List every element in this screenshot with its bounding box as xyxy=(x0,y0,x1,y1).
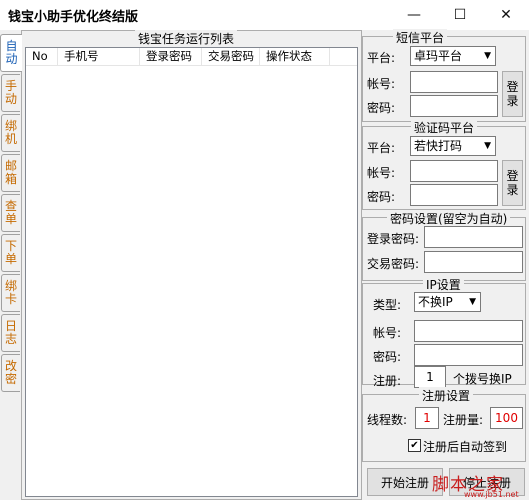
sms-account-input[interactable] xyxy=(410,71,498,93)
sms-platform-title: 短信平台 xyxy=(393,29,448,46)
ip-type-label: 类型: xyxy=(373,298,402,312)
thread-count-label: 线程数: xyxy=(367,413,408,427)
tab-label: 下单 xyxy=(5,239,18,266)
auto-checkin-checkbox[interactable]: ✔ xyxy=(408,439,421,452)
captcha-login-button[interactable]: 登录 xyxy=(502,160,523,206)
chevron-down-icon: ▼ xyxy=(484,141,491,151)
captcha-password-label: 密码: xyxy=(367,190,396,204)
tab-auto[interactable]: 自动 xyxy=(0,34,22,72)
sms-platform-value: 卓玛平台 xyxy=(414,49,463,63)
watermark: 脚本之家 www.jb51.net xyxy=(404,470,528,500)
tab-manual[interactable]: 手动 xyxy=(1,74,20,112)
window-title: 钱宝小助手优化终结版 xyxy=(8,10,139,25)
tab-label: 改密 xyxy=(5,359,18,386)
sms-platform-label: 平台: xyxy=(367,51,396,65)
thread-count-input[interactable]: 1 xyxy=(415,407,439,429)
column-header-status[interactable]: 操作状态 xyxy=(260,48,330,65)
tab-bind-card[interactable]: 绑卡 xyxy=(1,274,20,312)
minimize-button[interactable]: — xyxy=(391,0,437,30)
register-count-input[interactable]: 100 xyxy=(490,407,523,429)
captcha-platform-select[interactable]: 若快打码 ▼ xyxy=(410,136,496,156)
ip-register-suffix: 个拨号换IP xyxy=(453,372,512,386)
tab-label: 查单 xyxy=(5,199,18,226)
tab-label: 日志 xyxy=(5,319,18,346)
tab-label: 绑机 xyxy=(5,119,18,146)
chevron-down-icon: ▼ xyxy=(484,51,491,61)
column-header-trade-password[interactable]: 交易密码 xyxy=(202,48,260,65)
trade-password-label: 交易密码: xyxy=(367,257,420,271)
captcha-login-label: 登录 xyxy=(506,169,519,197)
sms-account-label: 帐号: xyxy=(367,77,396,91)
password-settings-group: 密码设置(留空为自动) 登录密码: 交易密码: xyxy=(362,210,526,281)
ip-settings-title: IP设置 xyxy=(423,276,464,293)
title-bar: 钱宝小助手优化终结版 — ☐ ✕ xyxy=(0,0,529,30)
sms-password-label: 密码: xyxy=(367,101,396,115)
tab-label: 邮箱 xyxy=(5,159,18,186)
register-settings-group: 注册设置 线程数: 1 注册量: 100 ✔ 注册后自动签到 xyxy=(362,387,526,462)
login-password-input[interactable] xyxy=(424,226,523,248)
tab-query-order[interactable]: 查单 xyxy=(1,194,20,232)
maximize-button[interactable]: ☐ xyxy=(437,0,483,30)
ip-type-value: 不换IP xyxy=(418,295,453,309)
captcha-platform-title: 验证码平台 xyxy=(411,119,478,136)
tab-bind-phone[interactable]: 绑机 xyxy=(1,114,20,152)
captcha-platform-label: 平台: xyxy=(367,141,396,155)
tab-place-order[interactable]: 下单 xyxy=(1,234,20,272)
captcha-account-label: 帐号: xyxy=(367,166,396,180)
tab-mailbox[interactable]: 邮箱 xyxy=(1,154,20,192)
ip-type-select[interactable]: 不换IP ▼ xyxy=(414,292,481,312)
trade-password-input[interactable] xyxy=(424,251,523,273)
task-list-view[interactable]: No 手机号 登录密码 交易密码 操作状态 xyxy=(25,47,358,497)
ip-register-label: 注册: xyxy=(373,374,402,388)
column-header-login-password[interactable]: 登录密码 xyxy=(140,48,202,65)
ip-register-count-input[interactable]: 1 xyxy=(414,366,446,388)
watermark-url: www.jb51.net xyxy=(464,490,519,499)
close-button[interactable]: ✕ xyxy=(483,0,529,30)
task-list-title: 钱宝任务运行列表 xyxy=(135,30,238,47)
ip-account-label: 帐号: xyxy=(373,326,402,340)
tab-label: 手动 xyxy=(5,79,18,106)
sms-platform-select[interactable]: 卓玛平台 ▼ xyxy=(410,46,496,66)
sms-login-button[interactable]: 登录 xyxy=(502,71,523,117)
captcha-platform-group: 验证码平台 平台: 若快打码 ▼ 帐号: 密码: 登录 xyxy=(362,119,526,210)
sms-password-input[interactable] xyxy=(410,95,498,117)
ip-password-input[interactable] xyxy=(414,344,523,366)
register-count-label: 注册量: xyxy=(443,413,484,427)
ip-settings-group: IP设置 类型: 不换IP ▼ 帐号: 密码: 注册: 1 个拨号换IP xyxy=(362,276,526,388)
tab-log[interactable]: 日志 xyxy=(1,314,20,352)
sms-login-label: 登录 xyxy=(506,80,519,108)
client-area: 自动 手动 绑机 邮箱 查单 下单 绑卡 日志 改密 钱宝任务运行列表 No 手… xyxy=(0,29,529,500)
password-settings-title: 密码设置(留空为自动) xyxy=(387,210,511,227)
captcha-platform-value: 若快打码 xyxy=(414,139,463,153)
ip-account-input[interactable] xyxy=(414,320,523,342)
login-password-label: 登录密码: xyxy=(367,232,420,246)
task-list-header: No 手机号 登录密码 交易密码 操作状态 xyxy=(26,48,357,66)
sms-platform-group: 短信平台 平台: 卓玛平台 ▼ 帐号: 密码: 登录 xyxy=(362,29,526,122)
tab-label: 绑卡 xyxy=(5,279,18,306)
column-header-phone[interactable]: 手机号 xyxy=(58,48,140,65)
ip-password-label: 密码: xyxy=(373,350,402,364)
chevron-down-icon: ▼ xyxy=(469,297,476,307)
tab-label: 自动 xyxy=(5,39,18,66)
column-header-no[interactable]: No xyxy=(26,48,58,65)
tab-change-password[interactable]: 改密 xyxy=(1,354,20,392)
auto-checkin-label: 注册后自动签到 xyxy=(423,440,508,454)
captcha-password-input[interactable] xyxy=(410,184,498,206)
captcha-account-input[interactable] xyxy=(410,160,498,182)
task-list-group: 钱宝任务运行列表 No 手机号 登录密码 交易密码 操作状态 xyxy=(21,30,362,500)
register-settings-title: 注册设置 xyxy=(419,387,474,404)
